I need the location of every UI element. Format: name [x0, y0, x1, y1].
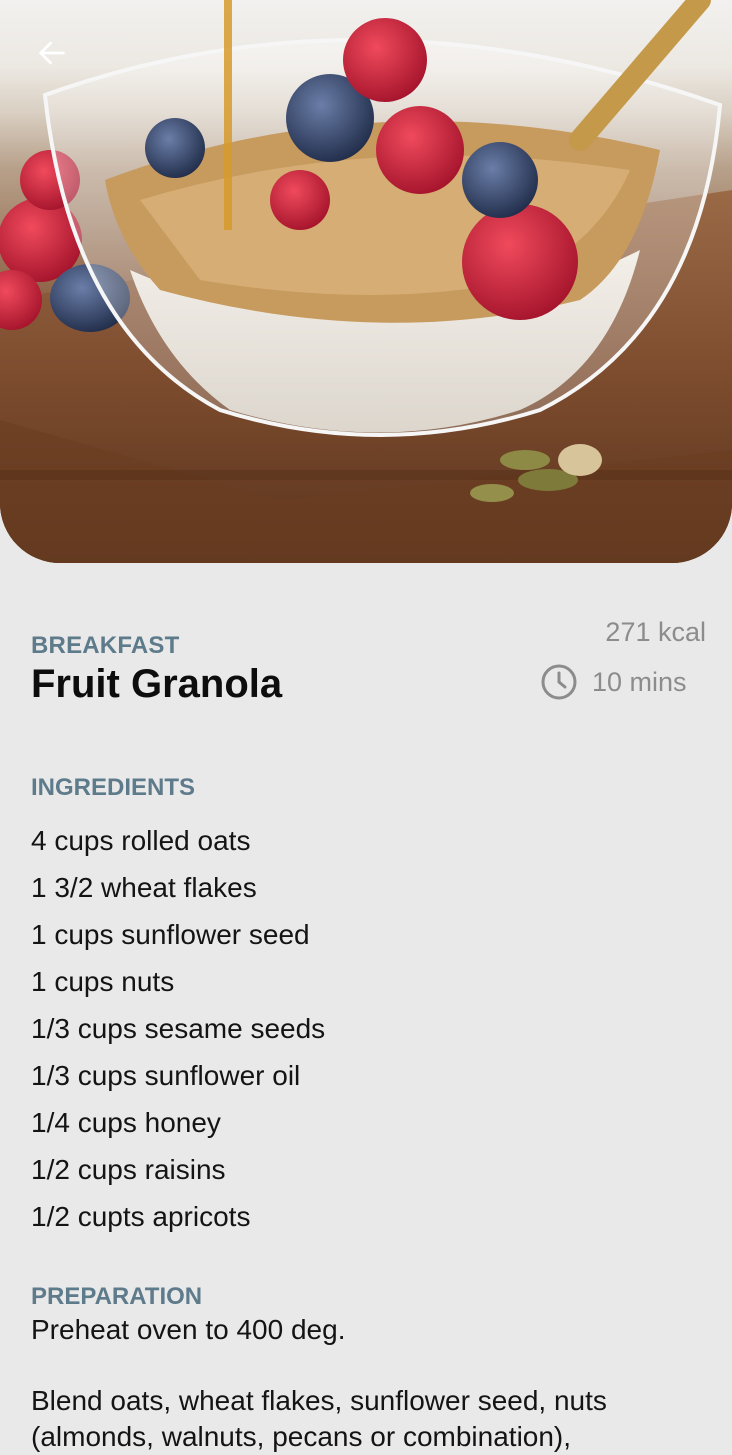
granola-bowl-photo [0, 0, 732, 563]
clock-icon [540, 663, 578, 701]
ingredient-item: 1/3 cups sunflower oil [31, 1060, 301, 1091]
ingredient-item: 1/2 cups raisins [31, 1154, 226, 1185]
preparation-step: Preheat oven to 400 deg. [31, 1314, 346, 1345]
preparation-steps: Preheat oven to 400 deg. Blend oats, whe… [31, 1312, 711, 1455]
ingredient-item: 4 cups rolled oats [31, 825, 251, 856]
ingredients-list: 4 cups rolled oats 1 3/2 wheat flakes 1 … [31, 817, 325, 1240]
preparation-heading: PREPARATION [31, 1283, 203, 1310]
ingredients-heading: INGREDIENTS [31, 774, 196, 801]
recipe-title: Fruit Granola [31, 662, 283, 706]
recipe-detail-screen: BREAKFAST Fruit Granola 271 kcal 10 mins… [0, 0, 732, 1455]
ingredient-item: 1 cups nuts [31, 966, 175, 997]
prep-time-label: 10 mins [592, 666, 687, 697]
recipe-hero-image [0, 0, 732, 563]
ingredient-item: 1/4 cups honey [31, 1107, 221, 1138]
recipe-category: BREAKFAST [31, 632, 180, 659]
back-button[interactable] [24, 30, 80, 76]
ingredient-item: 1 cups sunflower seed [31, 919, 310, 950]
arrow-left-icon [35, 36, 69, 70]
ingredient-item: 1/3 cups sesame seeds [31, 1013, 326, 1044]
ingredient-item: 1/2 cupts apricots [31, 1201, 251, 1232]
ingredient-item: 1 3/2 wheat flakes [31, 872, 257, 903]
preparation-step: Blend oats, wheat flakes, sunflower seed… [31, 1385, 607, 1452]
calories-label: 271 kcal [605, 617, 706, 647]
prep-time: 10 mins [540, 662, 687, 702]
